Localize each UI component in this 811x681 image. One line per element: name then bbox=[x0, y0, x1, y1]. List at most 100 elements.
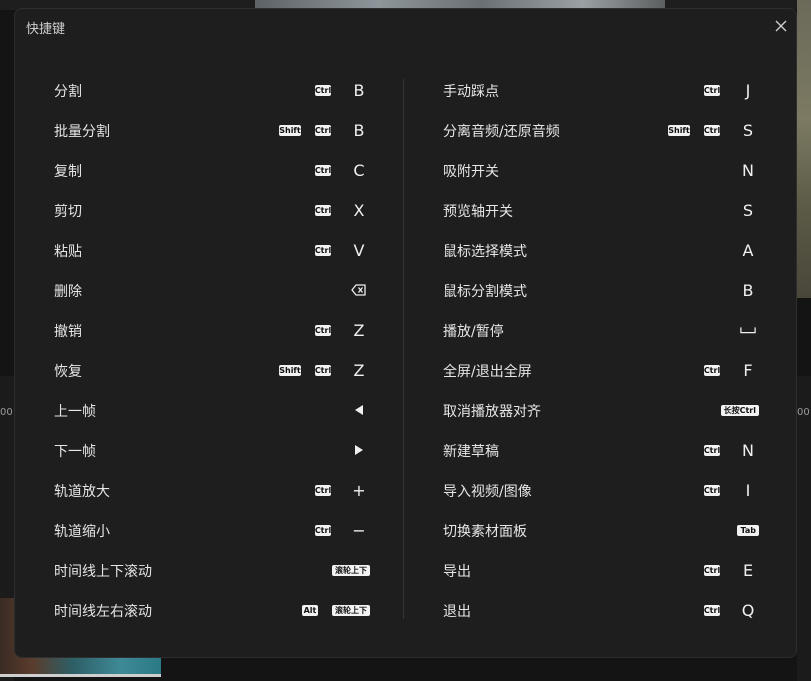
shortcut-keys: Shift Ctrl S bbox=[654, 110, 759, 150]
background-preview-image-right bbox=[797, 0, 811, 298]
shortcut-row: 手动踩点 Ctrl J bbox=[443, 70, 759, 110]
shortcut-label: 导入视频/图像 bbox=[443, 484, 532, 500]
shortcut-label: 下一帧 bbox=[54, 444, 96, 460]
background-timeline-right bbox=[797, 376, 811, 681]
ctrl-key-badge: Ctrl bbox=[703, 84, 721, 96]
shortcut-keys: Ctrl B bbox=[301, 70, 370, 110]
shortcut-keys: Ctrl X bbox=[301, 190, 370, 230]
shortcut-label: 取消播放器对齐 bbox=[443, 404, 541, 420]
shortcut-label: 分割 bbox=[54, 84, 82, 100]
shortcut-row: 取消播放器对齐 长按Ctrl bbox=[443, 390, 759, 430]
shortcut-keys: 滚轮上下 bbox=[318, 550, 370, 590]
shortcut-label: 鼠标选择模式 bbox=[443, 244, 527, 260]
timeline-ruler-label: 00 bbox=[797, 407, 810, 418]
ctrl-key-badge: Ctrl bbox=[703, 484, 721, 496]
main-key: B bbox=[353, 120, 365, 140]
shortcut-list-left: 分割 Ctrl B 批量分割 Shift Ctrl B 复制 Ctrl C 剪切 Ctrl X 粘贴 Ctr… bbox=[54, 70, 370, 630]
shortcut-row: 轨道缩小 Ctrl − bbox=[54, 510, 370, 550]
main-key: J bbox=[745, 80, 751, 100]
shortcut-keys bbox=[331, 270, 370, 310]
shortcut-label: 轨道放大 bbox=[54, 484, 110, 500]
main-key: B bbox=[742, 280, 754, 300]
shortcut-row: 鼠标选择模式 A bbox=[443, 230, 759, 270]
shortcut-label: 轨道缩小 bbox=[54, 524, 110, 540]
shortcut-keys: Ctrl C bbox=[301, 150, 370, 190]
timeline-ruler-label: 00 bbox=[0, 407, 13, 418]
main-key: E bbox=[742, 560, 754, 580]
close-button[interactable] bbox=[771, 16, 791, 36]
main-key: N bbox=[742, 160, 754, 180]
shortcut-row: 导出 Ctrl E bbox=[443, 550, 759, 590]
shortcut-keys: Ctrl Q bbox=[690, 590, 759, 630]
shortcut-keys: Ctrl F bbox=[690, 350, 759, 390]
shortcut-list-right: 手动踩点 Ctrl J 分离音频/还原音频 Shift Ctrl S 吸附开关 N 预览轴开关 S 鼠… bbox=[443, 70, 759, 630]
shortcut-label: 剪切 bbox=[54, 204, 82, 220]
tab-key-badge: Tab bbox=[737, 524, 759, 536]
shortcut-keys: Ctrl E bbox=[690, 550, 759, 590]
shortcut-row: 退出 Ctrl Q bbox=[443, 590, 759, 630]
shortcut-keys: Ctrl V bbox=[301, 230, 370, 270]
main-key: S bbox=[742, 120, 754, 140]
shortcut-label: 全屏/退出全屏 bbox=[443, 364, 532, 380]
shortcut-row: 切换素材面板 Tab bbox=[443, 510, 759, 550]
shortcut-row: 分离音频/还原音频 Shift Ctrl S bbox=[443, 110, 759, 150]
ctrl-key-badge: Ctrl bbox=[314, 124, 332, 136]
shortcut-row: 轨道放大 Ctrl + bbox=[54, 470, 370, 510]
main-key: A bbox=[742, 240, 754, 260]
shortcut-row: 全屏/退出全屏 Ctrl F bbox=[443, 350, 759, 390]
arrow-left-icon bbox=[351, 404, 367, 416]
ctrl-key-badge: Ctrl bbox=[314, 324, 332, 336]
shortcut-row: 分割 Ctrl B bbox=[54, 70, 370, 110]
main-key: B bbox=[353, 80, 365, 100]
shortcut-label: 批量分割 bbox=[54, 124, 110, 140]
shortcut-keys: Shift Ctrl Z bbox=[265, 350, 370, 390]
key-badge: 滚轮上下 bbox=[332, 604, 370, 616]
shortcut-row: 复制 Ctrl C bbox=[54, 150, 370, 190]
shortcut-keys: Ctrl − bbox=[301, 510, 370, 550]
shortcut-label: 切换素材面板 bbox=[443, 524, 527, 540]
shortcuts-dialog: 快捷键 分割 Ctrl B 批量分割 Shift Ctrl B 复制 Ctrl C 剪切 Ctrl X 粘… bbox=[14, 8, 797, 658]
ctrl-key-badge: Ctrl bbox=[314, 84, 332, 96]
ctrl-key-badge: Ctrl bbox=[314, 484, 332, 496]
shortcut-keys: Ctrl J bbox=[690, 70, 759, 110]
shortcut-label: 分离音频/还原音频 bbox=[443, 124, 560, 140]
shortcut-label: 新建草稿 bbox=[443, 444, 499, 460]
ctrl-key-badge: Ctrl bbox=[314, 164, 332, 176]
ctrl-key-badge: Ctrl bbox=[703, 364, 721, 376]
shortcut-row: 撤销 Ctrl Z bbox=[54, 310, 370, 350]
shortcut-row: 时间线左右滚动 Alt 滚轮上下 bbox=[54, 590, 370, 630]
shortcut-label: 鼠标分割模式 bbox=[443, 284, 527, 300]
ctrl-key-badge: Ctrl bbox=[703, 564, 721, 576]
main-key: Z bbox=[353, 360, 365, 380]
shortcut-keys bbox=[331, 390, 370, 430]
shortcut-label: 恢复 bbox=[54, 364, 82, 380]
shortcut-label: 退出 bbox=[443, 604, 471, 620]
arrow-right-icon bbox=[351, 444, 367, 456]
dialog-title: 快捷键 bbox=[26, 22, 66, 37]
shortcut-row: 粘贴 Ctrl V bbox=[54, 230, 370, 270]
main-key: I bbox=[745, 480, 751, 500]
backspace-icon bbox=[351, 283, 367, 297]
ctrl-key-badge: Ctrl bbox=[314, 244, 332, 256]
ctrl-key-badge: Ctrl bbox=[314, 204, 332, 216]
main-key: S bbox=[742, 200, 754, 220]
shortcut-label: 播放/暂停 bbox=[443, 324, 504, 340]
main-key: Z bbox=[353, 320, 365, 340]
shortcut-keys bbox=[331, 430, 370, 470]
shortcut-row: 剪切 Ctrl X bbox=[54, 190, 370, 230]
key-badge: 滚轮上下 bbox=[332, 564, 370, 576]
shortcut-row: 新建草稿 Ctrl N bbox=[443, 430, 759, 470]
main-key: + bbox=[352, 480, 366, 500]
close-icon bbox=[775, 20, 787, 32]
shortcut-label: 上一帧 bbox=[54, 404, 96, 420]
column-divider bbox=[403, 79, 404, 619]
shortcut-row: 鼠标分割模式 B bbox=[443, 270, 759, 310]
shift-key-badge: Shift bbox=[668, 124, 690, 136]
shortcut-row: 删除 bbox=[54, 270, 370, 310]
shortcut-label: 时间线上下滚动 bbox=[54, 564, 152, 580]
ctrl-key-badge: Ctrl bbox=[703, 604, 721, 616]
shortcut-label: 删除 bbox=[54, 284, 82, 300]
shortcut-label: 吸附开关 bbox=[443, 164, 499, 180]
shortcut-row: 上一帧 bbox=[54, 390, 370, 430]
ctrl-key-badge: Ctrl bbox=[314, 364, 332, 376]
